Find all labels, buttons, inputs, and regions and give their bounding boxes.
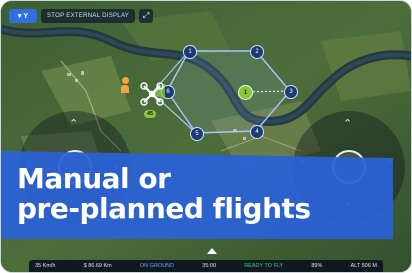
ground-status: ON GROUND	[139, 263, 175, 269]
telemetry-bar: 35 Km/h $ 86.69 Km ON GROUND 35:00 READY…	[29, 260, 383, 272]
waypoint-1[interactable]: 1	[183, 45, 197, 59]
speed-readout: 35 Km/h	[35, 263, 56, 269]
headline-line-2: pre-planned flights	[17, 192, 311, 225]
flight-time-readout: 35:00	[202, 263, 217, 269]
waypoint-4[interactable]: 4	[250, 125, 264, 139]
headline-line-1: Manual or	[17, 162, 171, 195]
altitude-readout: ALT 506 M	[350, 263, 377, 269]
menu-button-label: Y	[23, 12, 29, 20]
pilot-location-icon	[121, 77, 129, 93]
distance-readout: $ 86.69 Km	[83, 263, 112, 269]
waypoint-5[interactable]: 5	[190, 127, 204, 141]
headline-text: Manual or pre-planned flights	[17, 164, 311, 224]
drone-altitude-badge: 45	[144, 110, 157, 118]
battery-readout: 89%	[311, 263, 323, 269]
expand-icon[interactable]: ⤢	[139, 9, 154, 23]
chevron-up-icon: ⌃	[69, 118, 79, 130]
top-toolbar: ▾ Y STOP EXTERNAL DISPLAY ⤢	[9, 9, 154, 23]
waypoint-2[interactable]: 2	[250, 45, 264, 59]
drone-app-screen: 1 2 3 4 5 6 1 45 ▾ Y STOP EXTERNAL DISPL…	[0, 0, 412, 273]
expand-panel-arrow-icon[interactable]	[207, 248, 217, 254]
ready-status: READY TO FLY	[244, 263, 284, 269]
stop-external-display-button[interactable]: STOP EXTERNAL DISPLAY	[41, 9, 136, 23]
filter-icon: ▾	[17, 13, 22, 20]
waypoint-3[interactable]: 3	[284, 85, 298, 99]
poi-marker[interactable]: 1	[238, 85, 253, 100]
drone-icon[interactable]	[139, 81, 165, 107]
chevron-up-icon: ⌃	[343, 118, 353, 130]
menu-button[interactable]: ▾ Y	[9, 9, 37, 23]
